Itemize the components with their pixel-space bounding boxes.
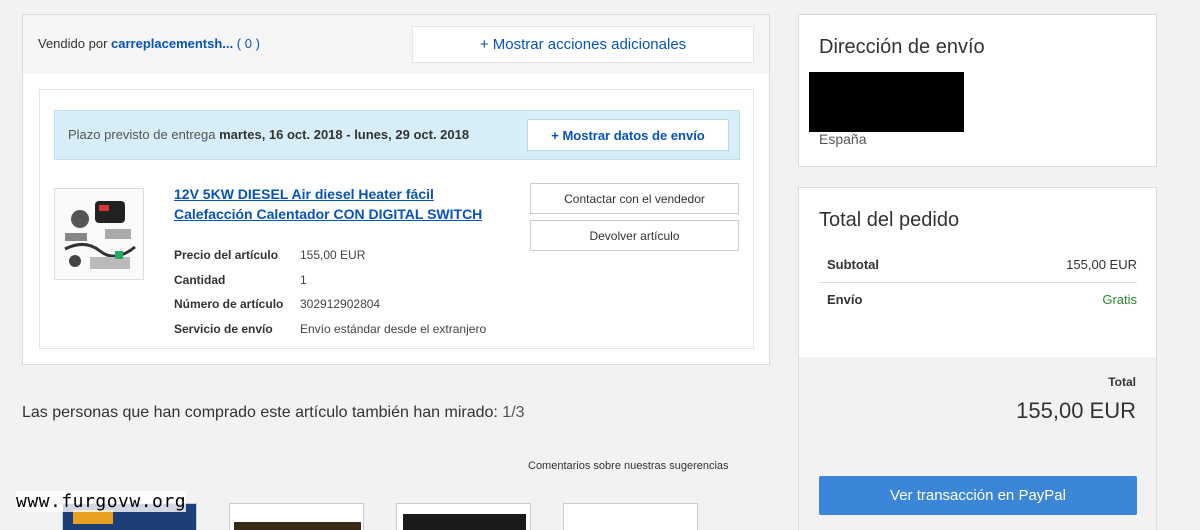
total-summary: Total 155,00 EUR Ver transacción en PayP…: [799, 357, 1156, 530]
shipping-cost-row: Envío Gratis: [819, 292, 1137, 307]
recommendation-image: [230, 504, 363, 530]
delivery-estimate-bar: Plazo previsto de entrega martes, 16 oct…: [54, 110, 740, 160]
shipping-address-title: Dirección de envío: [819, 36, 985, 58]
delivery-label: Plazo previsto de entrega: [68, 127, 216, 142]
show-shipping-data-button[interactable]: + Mostrar datos de envío: [527, 119, 729, 151]
view-paypal-transaction-button[interactable]: Ver transacción en PayPal: [819, 476, 1137, 515]
divider: [819, 282, 1137, 283]
order-total-title: Total del pedido: [819, 209, 960, 231]
more-actions-button[interactable]: + Mostrar acciones adicionales: [412, 26, 754, 63]
redacted-address-block: [809, 72, 964, 132]
delivery-range: martes, 16 oct. 2018 - lunes, 29 oct. 20…: [219, 127, 470, 142]
item-specs: Precio del artículo 155,00 EUR Cantidad …: [174, 248, 486, 346]
spec-value: 155,00 EUR: [300, 248, 366, 262]
shipping-cost-label: Envío: [827, 292, 863, 307]
sold-by-label: Vendido por: [38, 36, 108, 51]
spec-row-price: Precio del artículo 155,00 EUR: [174, 248, 486, 273]
seller-name-link[interactable]: carreplacementsh...: [111, 36, 233, 51]
subtotal-row: Subtotal 155,00 EUR: [819, 257, 1137, 272]
sold-by: Vendido por carreplacementsh... ( 0 ): [38, 36, 260, 51]
total-amount: 155,00 EUR: [1016, 398, 1136, 423]
shipping-address-card: Dirección de envío España: [798, 14, 1157, 167]
also-viewed-text: Las personas que han comprado este artíc…: [22, 404, 498, 421]
shipping-country: España: [819, 131, 867, 147]
order-total-card: Total del pedido Subtotal 155,00 EUR Env…: [798, 187, 1157, 530]
return-item-button[interactable]: Devolver artículo: [530, 220, 739, 251]
delivery-estimate: Plazo previsto de entrega martes, 16 oct…: [68, 127, 469, 142]
recommendation-card[interactable]: [563, 503, 698, 530]
shipping-cost-value: Gratis: [1102, 292, 1137, 307]
watermark: www.furgovw.org: [16, 491, 187, 512]
spec-value: Envío estándar desde el extranjero: [300, 321, 487, 336]
suggestions-feedback-link[interactable]: Comentarios sobre nuestras sugerencias: [528, 460, 729, 472]
recommendation-image: [397, 504, 530, 530]
item-panel: Plazo previsto de entrega martes, 16 oct…: [39, 89, 754, 349]
spec-label: Precio del artículo: [174, 248, 279, 262]
order-card: Vendido por carreplacementsh... ( 0 ) + …: [22, 14, 770, 365]
carousel-page-count: 1/3: [502, 404, 525, 421]
heater-kit-image: [55, 189, 143, 279]
item-thumbnail[interactable]: [54, 188, 144, 280]
spec-label: Cantidad: [174, 272, 226, 287]
seller-feedback-score[interactable]: ( 0 ): [237, 36, 260, 51]
spec-value: 1: [300, 272, 307, 287]
also-viewed-heading: Las personas que han comprado este artíc…: [22, 404, 525, 422]
recommendation-card[interactable]: [396, 503, 531, 530]
spec-row-shipping-service: Servicio de envío Envío estándar desde e…: [174, 322, 486, 347]
subtotal-value: 155,00 EUR: [1066, 257, 1137, 272]
order-header: Vendido por carreplacementsh... ( 0 ) + …: [23, 15, 769, 74]
spec-row-quantity: Cantidad 1: [174, 273, 486, 298]
spec-label: Servicio de envío: [174, 321, 273, 336]
subtotal-label: Subtotal: [827, 257, 879, 272]
contact-seller-button[interactable]: Contactar con el vendedor: [530, 183, 739, 214]
item-title-link[interactable]: 12V 5KW DIESEL Air diesel Heater fácil C…: [174, 185, 494, 224]
spec-label: Número de artículo: [174, 297, 284, 311]
total-label: Total: [1108, 375, 1136, 389]
spec-row-item-number: Número de artículo 302912902804: [174, 297, 486, 322]
recommendation-card[interactable]: [229, 503, 364, 530]
spec-value: 302912902804: [300, 297, 381, 311]
